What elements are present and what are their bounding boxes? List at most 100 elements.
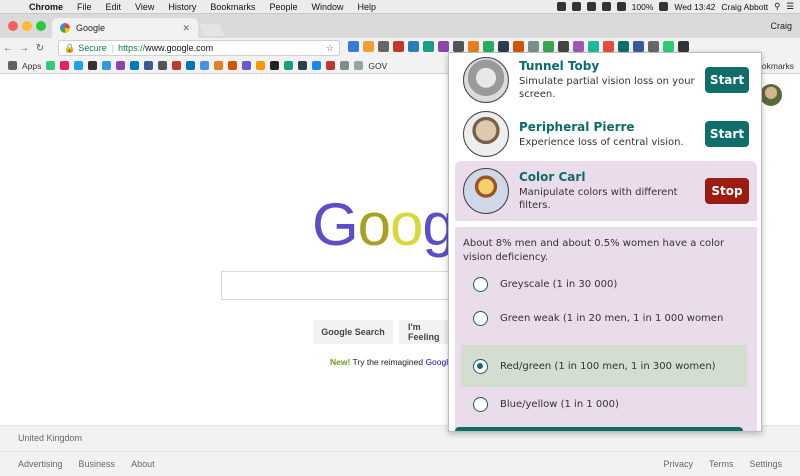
extension-icon[interactable] (453, 41, 464, 52)
tab-google[interactable]: Google ✕ (52, 18, 198, 38)
minimize-window-icon[interactable] (22, 21, 32, 31)
bookmark-icon[interactable] (60, 61, 70, 70)
bookmark-icon[interactable] (270, 61, 280, 70)
volume-icon[interactable] (659, 2, 669, 11)
option-green-weak[interactable]: Green weak (1 in 20 men, 1 in 1 000 wome… (461, 307, 747, 330)
user-name[interactable]: Craig Abbott (721, 2, 768, 12)
menu-icon[interactable] (678, 41, 689, 52)
shield-icon[interactable] (586, 2, 596, 11)
extension-icon[interactable] (648, 41, 659, 52)
list-icon[interactable]: ☰ (786, 1, 794, 12)
menu-bookmarks[interactable]: Bookmarks (203, 2, 262, 12)
menu-help[interactable]: Help (350, 2, 383, 12)
popup-bottom-button[interactable] (455, 427, 743, 431)
search-input[interactable] (221, 271, 461, 300)
bookmark-icon[interactable] (284, 61, 294, 70)
extension-icon[interactable] (483, 41, 494, 52)
footer-link-business[interactable]: Business (79, 459, 116, 469)
radio-red-green[interactable] (473, 358, 488, 374)
footer-link-about[interactable]: About (131, 459, 155, 469)
option-red-green[interactable]: Red/green (1 in 100 men, 1 in 300 women) (461, 345, 747, 387)
radio-blue-yellow[interactable] (473, 397, 488, 412)
status-icon[interactable] (571, 2, 581, 11)
bookmark-icon[interactable] (256, 61, 266, 70)
option-greyscale[interactable]: Greyscale (1 in 30 000) (461, 273, 747, 296)
cloud-icon[interactable] (601, 2, 611, 11)
extension-icon[interactable] (423, 41, 434, 52)
option-blue-yellow[interactable]: Blue/yellow (1 in 1 000) (461, 393, 747, 416)
bookmark-icon[interactable] (186, 61, 196, 70)
bookmark-icon[interactable] (46, 61, 56, 70)
menu-file[interactable]: File (70, 2, 99, 12)
back-icon[interactable]: ← (0, 43, 16, 54)
google-search-button[interactable]: Google Search (313, 320, 393, 344)
extension-icon[interactable] (558, 41, 569, 52)
menu-app[interactable]: Chrome (22, 2, 70, 12)
bookmark-icon[interactable] (340, 61, 350, 70)
bookmark-icon[interactable] (116, 61, 126, 70)
menu-window[interactable]: Window (304, 2, 350, 12)
menu-view[interactable]: View (128, 2, 161, 12)
bookmark-folder-gov[interactable]: GOV (368, 61, 387, 71)
bookmark-icon[interactable] (74, 61, 84, 70)
footer-link-terms[interactable]: Terms (709, 459, 734, 469)
extension-icon[interactable] (513, 41, 524, 52)
battery-percent[interactable]: 100% (632, 2, 654, 12)
bookmark-icon[interactable] (88, 61, 98, 70)
reload-icon[interactable]: ↻ (32, 43, 48, 54)
extension-icon[interactable] (468, 41, 479, 52)
zoom-window-icon[interactable] (36, 21, 46, 31)
new-tab-button[interactable] (199, 24, 225, 36)
bookmark-icon[interactable] (214, 61, 224, 70)
bookmark-icon[interactable] (102, 61, 112, 70)
extension-icon[interactable] (498, 41, 509, 52)
bookmark-icon[interactable] (144, 61, 154, 70)
extension-icon[interactable] (378, 41, 389, 52)
extension-icon[interactable] (438, 41, 449, 52)
close-icon[interactable]: ✕ (182, 23, 190, 34)
extension-icon[interactable] (573, 41, 584, 52)
bookmark-icon[interactable] (130, 61, 140, 70)
footer-link-advertising[interactable]: Advertising (18, 459, 63, 469)
extension-icon[interactable] (603, 41, 614, 52)
extension-icon[interactable] (408, 41, 419, 52)
profile-button[interactable]: Craig (770, 21, 792, 31)
extension-icon[interactable] (588, 41, 599, 52)
radio-green-weak[interactable] (473, 311, 488, 326)
extension-icon[interactable] (663, 41, 674, 52)
footer-link-settings[interactable]: Settings (749, 459, 782, 469)
bookmark-icon[interactable] (298, 61, 308, 70)
bookmark-icon[interactable] (200, 61, 210, 70)
extension-icon[interactable] (633, 41, 644, 52)
bookmark-icon[interactable] (172, 61, 182, 70)
clock[interactable]: Wed 13:42 (674, 2, 715, 12)
menu-people[interactable]: People (262, 2, 304, 12)
forward-icon[interactable]: → (16, 43, 32, 54)
bookmark-icon[interactable] (312, 61, 322, 70)
bookmark-apps[interactable]: Apps (22, 61, 41, 71)
menu-edit[interactable]: Edit (99, 2, 129, 12)
address-bar[interactable]: 🔒 Secure | https:// www.google.com ☆ (58, 40, 340, 56)
extension-icon[interactable] (528, 41, 539, 52)
bookmark-icon[interactable] (242, 61, 252, 70)
bookmark-icon[interactable] (228, 61, 238, 70)
avatar[interactable] (760, 84, 782, 106)
search-icon[interactable]: ⚲ (774, 1, 780, 12)
feeling-lucky-button[interactable]: I'm Feeling (399, 320, 451, 344)
extension-icon[interactable] (618, 41, 629, 52)
wifi-icon[interactable] (616, 2, 626, 11)
start-button[interactable]: Start (705, 67, 749, 93)
bookmark-star-icon[interactable]: ☆ (326, 43, 334, 54)
extension-icon[interactable] (393, 41, 404, 52)
footer-link-privacy[interactable]: Privacy (663, 459, 693, 469)
extension-icon[interactable] (363, 41, 374, 52)
start-button[interactable]: Start (705, 121, 749, 147)
extension-icon[interactable] (543, 41, 554, 52)
stop-button[interactable]: Stop (705, 178, 749, 204)
radio-greyscale[interactable] (473, 277, 488, 292)
extension-icon[interactable] (348, 41, 359, 52)
dropbox-icon[interactable] (556, 2, 566, 11)
menu-history[interactable]: History (161, 2, 203, 12)
close-window-icon[interactable] (8, 21, 18, 31)
bookmark-icon[interactable] (158, 61, 168, 70)
